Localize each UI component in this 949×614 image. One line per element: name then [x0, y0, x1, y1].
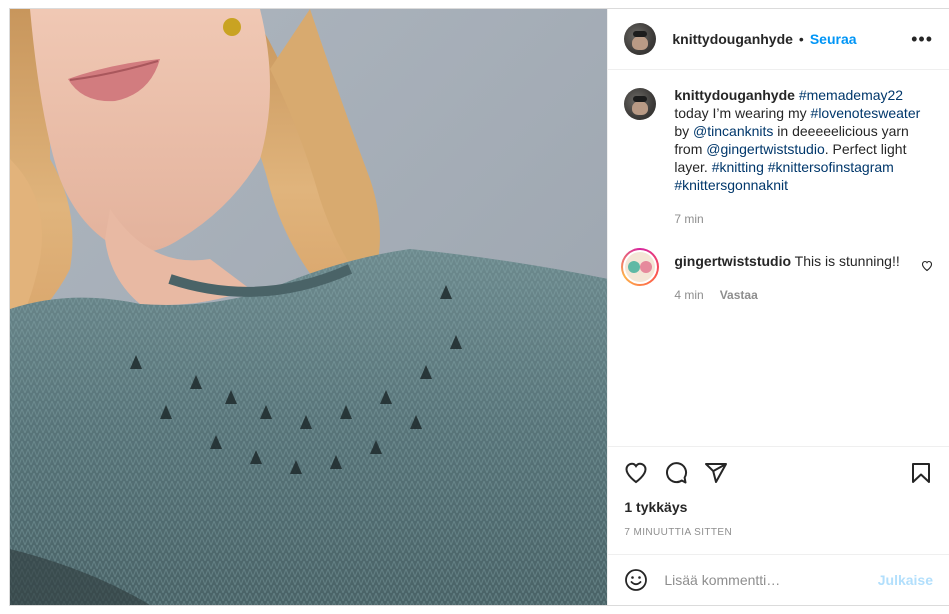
- comment-text: gingertwiststudio This is stunning!!: [674, 252, 914, 270]
- sweater-selfie-image: [10, 9, 608, 605]
- caption-text-part: by: [674, 123, 690, 139]
- caption-time[interactable]: 7 min: [674, 210, 703, 228]
- caption-text: knittydouganhyde #memademay22 today I’m …: [674, 86, 930, 194]
- comments-list[interactable]: knittydouganhyde #memademay22 today I’m …: [608, 70, 949, 450]
- caption-meta: 7 min: [674, 210, 930, 228]
- comment-username[interactable]: gingertwiststudio: [674, 253, 791, 269]
- likes-count[interactable]: 1 tykkäys: [624, 499, 933, 515]
- like-comment-heart-icon[interactable]: [921, 260, 933, 272]
- follow-button[interactable]: Seuraa: [810, 31, 857, 47]
- add-comment-bar: Julkaise: [608, 554, 949, 605]
- post-timestamp[interactable]: 7 MINUUTTIA SITTEN: [624, 527, 933, 538]
- caption-username[interactable]: knittydouganhyde: [674, 87, 795, 103]
- post-header: knittydouganhyde • Seuraa •••: [608, 9, 949, 70]
- hashtag-link[interactable]: #knitting: [712, 159, 764, 175]
- reply-button[interactable]: Vastaa: [720, 286, 758, 304]
- bookmark-icon[interactable]: [909, 461, 933, 485]
- action-icons: [624, 461, 933, 485]
- avatar[interactable]: [624, 88, 657, 120]
- avatar-ring-inner: [623, 250, 658, 284]
- comment-time[interactable]: 4 min: [674, 286, 703, 304]
- post-actions: 1 tykkäys 7 MINUUTTIA SITTEN: [608, 446, 949, 538]
- post-side-panel: knittydouganhyde • Seuraa ••• knittydoug…: [607, 9, 949, 605]
- hashtag-link[interactable]: #memademay22: [799, 87, 903, 103]
- instagram-post: knittydouganhyde • Seuraa ••• knittydoug…: [9, 8, 949, 606]
- emoji-icon[interactable]: [624, 568, 648, 592]
- comment-input[interactable]: [664, 572, 878, 588]
- post-photo[interactable]: [10, 9, 608, 605]
- caption-text-part: today I’m wearing my: [674, 105, 807, 121]
- mention-link[interactable]: @tincanknits: [693, 123, 773, 139]
- comment-row: gingertwiststudio This is stunning!! 4 m…: [621, 248, 933, 304]
- more-horizontal-icon[interactable]: •••: [911, 30, 933, 48]
- separator-dot: •: [798, 31, 804, 47]
- header-username[interactable]: knittydouganhyde: [672, 31, 793, 47]
- hashtag-link[interactable]: #lovenotesweater: [811, 105, 921, 121]
- heart-icon[interactable]: [624, 461, 648, 485]
- comment-icon[interactable]: [664, 461, 688, 485]
- avatar-image: [625, 252, 656, 282]
- share-icon[interactable]: [704, 461, 728, 485]
- caption-row: knittydouganhyde #memademay22 today I’m …: [624, 86, 933, 228]
- avatar[interactable]: [621, 248, 660, 286]
- hashtag-link[interactable]: #knittersofinstagram: [768, 159, 894, 175]
- hashtag-link[interactable]: #knittersgonnaknit: [674, 177, 788, 193]
- publish-button[interactable]: Julkaise: [878, 572, 933, 588]
- avatar[interactable]: [624, 23, 657, 55]
- comment-meta: 4 min Vastaa: [674, 286, 914, 304]
- mention-link[interactable]: @gingertwiststudio: [706, 141, 825, 157]
- comment-body: This is stunning!!: [794, 253, 900, 269]
